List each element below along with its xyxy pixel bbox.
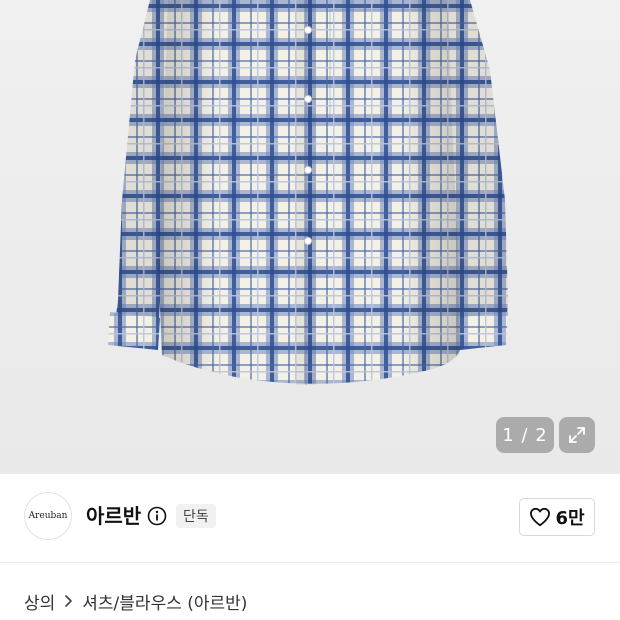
- divider: [0, 562, 620, 563]
- like-count: 6만: [555, 508, 585, 529]
- expand-arrows-icon: [569, 427, 585, 443]
- exclusive-badge: 단독: [176, 504, 216, 528]
- brand-row: Areuban 아르반 단독 6만: [0, 474, 620, 562]
- like-button[interactable]: 6만: [519, 498, 595, 536]
- image-counter: 1 / 2: [496, 417, 554, 453]
- product-image-gallery[interactable]: 1 / 2: [0, 0, 620, 474]
- breadcrumb: 상의 셔츠/블라우스 (아르반): [24, 588, 247, 614]
- plaid-shirt-image: [108, 0, 508, 385]
- heart-outline-icon: [530, 507, 551, 527]
- breadcrumb-item-category[interactable]: 상의: [24, 589, 55, 614]
- expand-image-button[interactable]: [559, 417, 595, 453]
- chevron-right-icon: [64, 594, 73, 608]
- brand-name[interactable]: 아르반: [86, 503, 141, 529]
- info-circle-icon[interactable]: [147, 506, 167, 526]
- breadcrumb-item-subcategory[interactable]: 셔츠/블라우스 (아르반): [82, 589, 247, 614]
- brand-logo[interactable]: Areuban: [24, 492, 72, 540]
